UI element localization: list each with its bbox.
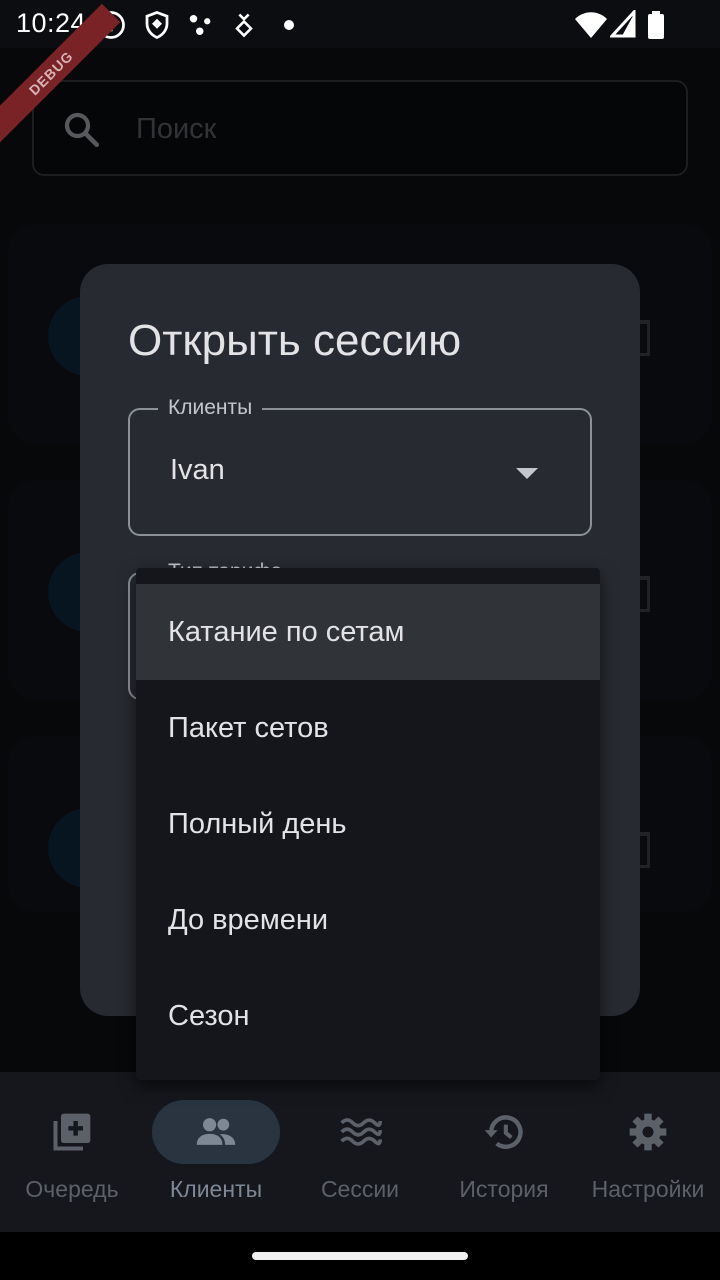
client-select[interactable]: Клиенты Ivan — [128, 396, 592, 536]
menu-item-full-day[interactable]: Полный день — [136, 776, 600, 872]
download-icon — [235, 13, 253, 38]
system-navigation-area — [0, 1232, 720, 1280]
battery-icon — [648, 11, 664, 39]
nav-label: Очередь — [25, 1176, 119, 1202]
dialog-title: Открыть сессию — [128, 316, 462, 365]
nav-label: Настройки — [591, 1176, 705, 1202]
dot-icon — [284, 20, 294, 30]
history-icon — [484, 1115, 523, 1149]
people-icon — [196, 1118, 236, 1145]
dots-icon — [189, 15, 211, 35]
gesture-handle[interactable] — [252, 1252, 468, 1260]
menu-item-set-package[interactable]: Пакет сетов — [136, 680, 600, 776]
shield-icon — [145, 11, 169, 40]
queue-add-icon — [53, 1113, 91, 1151]
dropdown-arrow-icon — [516, 468, 538, 479]
nav-label: Клиенты — [169, 1176, 263, 1202]
signal-icon — [610, 10, 636, 38]
menu-item-set-riding[interactable]: Катание по сетам — [136, 584, 600, 680]
nav-item-sessions[interactable]: Сессии — [288, 1072, 432, 1232]
nav-item-queue[interactable]: Очередь — [0, 1072, 144, 1232]
gear-icon — [629, 1113, 667, 1151]
client-select-value: Ivan — [170, 454, 225, 486]
nav-item-settings[interactable]: Настройки — [576, 1072, 720, 1232]
waves-icon — [340, 1118, 382, 1146]
nav-item-history[interactable]: История — [432, 1072, 576, 1232]
client-select-label: Клиенты — [158, 396, 263, 420]
tariff-dropdown-menu: Катание по сетам Пакет сетов Полный день… — [136, 568, 600, 1080]
nav-label: История — [459, 1176, 549, 1202]
menu-item-season[interactable]: Сезон — [136, 968, 600, 1064]
app-screen: 10:24 DEBUG Поиск Очередь Клиенты Сессии… — [0, 0, 720, 1280]
bottom-navigation: Очередь Клиенты Сессии История Настройки — [0, 1072, 720, 1232]
nav-label: Сессии — [320, 1176, 400, 1202]
nav-item-clients[interactable]: Клиенты — [144, 1072, 288, 1232]
wifi-icon — [575, 12, 607, 38]
menu-item-until-time[interactable]: До времени — [136, 872, 600, 968]
